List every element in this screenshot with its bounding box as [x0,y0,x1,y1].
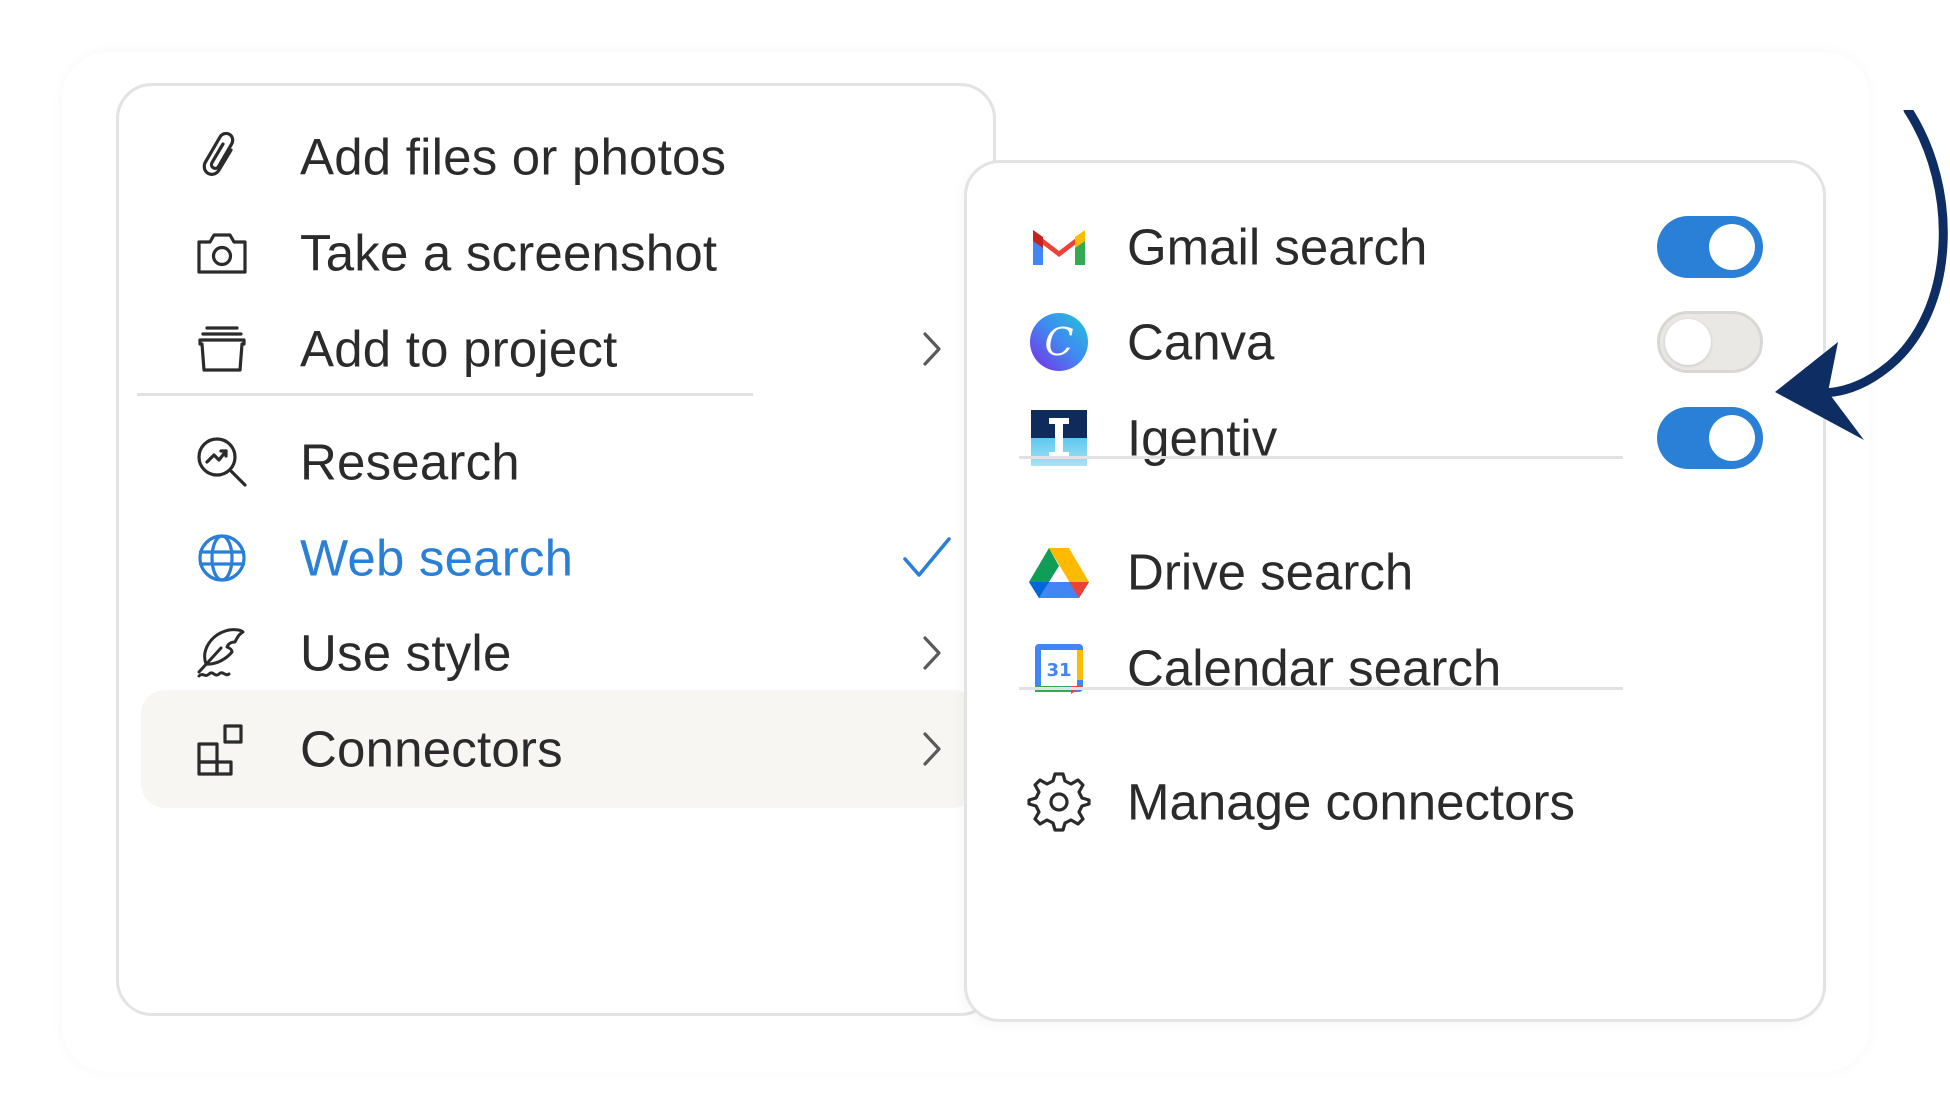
menu-item-label: Use style [300,624,512,682]
menu-item-label: Add files or photos [300,128,727,186]
menu-divider [137,393,753,396]
menu-item-label: Take a screenshot [300,224,718,282]
canva-icon: C [1027,310,1091,374]
connector-igentiv[interactable]: Igentiv [967,379,1823,497]
connector-label: Gmail search [1127,218,1428,276]
calendar-icon-day: 31 [1046,660,1071,681]
svg-text:C: C [1044,320,1073,364]
menu-item-label: Web search [300,529,574,587]
menu-item-label: Connectors [300,720,563,778]
submenu-divider [1019,687,1623,690]
chevron-right-icon [913,624,951,682]
connector-calendar-search[interactable]: 31 Calendar search [967,609,1823,727]
google-drive-icon [1027,540,1091,604]
connectors-submenu: Gmail search C Canva Igentiv Drive searc… [964,160,1826,1022]
curved-arrow-icon [1775,110,1948,440]
menu-item-label: Add to project [300,320,618,378]
screenshot-stage: Add files or photos Take a screenshot Ad… [0,0,1950,1110]
igentiv-icon [1027,406,1091,470]
google-calendar-icon: 31 [1027,636,1091,700]
menu-item-label: Research [300,433,520,491]
paperclip-icon [191,126,253,188]
menu-item-add-to-project[interactable]: Add to project [141,290,977,408]
gmail-icon [1027,215,1091,279]
chevron-right-icon [913,720,951,778]
quill-icon [191,622,253,684]
toggle-knob [1665,319,1711,365]
attachment-menu: Add files or photos Take a screenshot Ad… [116,83,996,1016]
connectors-grid-icon [191,718,253,780]
connector-label: Canva [1127,313,1275,371]
camera-icon [191,222,253,284]
menu-item-connectors[interactable]: Connectors [141,690,977,808]
project-box-icon [191,318,253,380]
research-magnifier-icon [191,431,253,493]
gear-icon [1027,770,1091,834]
connector-label: Drive search [1127,543,1414,601]
submenu-divider [1019,456,1623,459]
chevron-right-icon [913,320,951,378]
connector-label: Manage connectors [1127,773,1575,831]
checkmark-icon [899,533,955,583]
manage-connectors[interactable]: Manage connectors [967,743,1823,861]
globe-icon [191,527,253,589]
